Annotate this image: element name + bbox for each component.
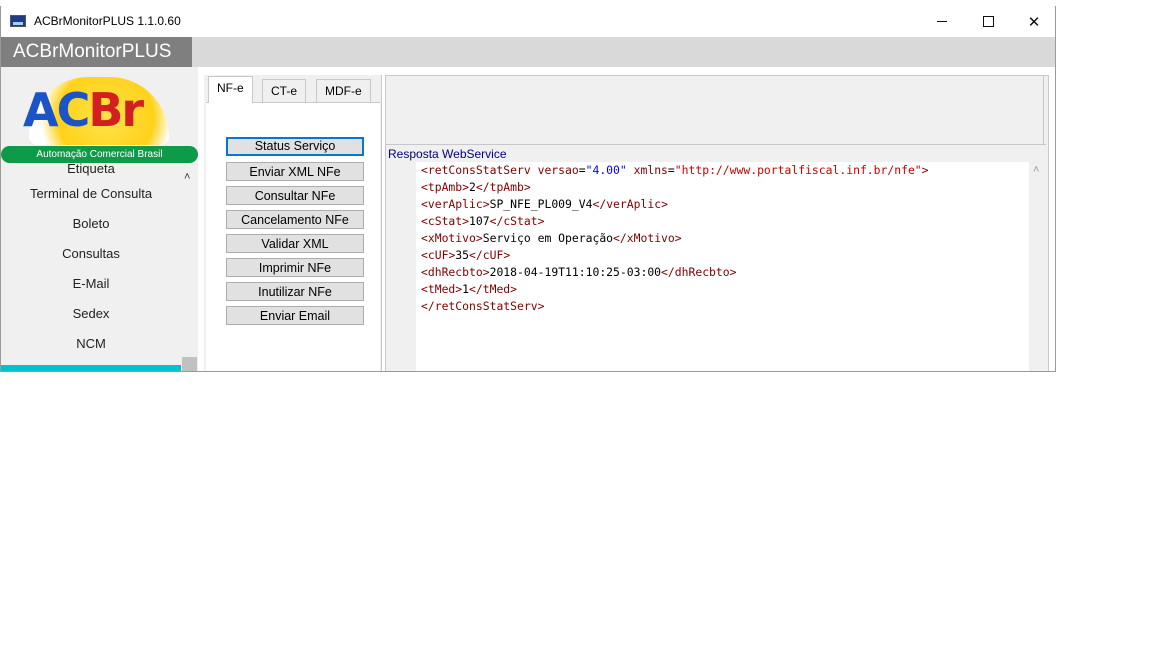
sidebar-item-etiqueta[interactable]: Etiqueta <box>1 163 181 179</box>
window-title: ACBrMonitorPLUS 1.1.0.60 <box>34 14 181 28</box>
main-content: NF-e CT-e MDF-e Status Serviço Enviar XM… <box>198 67 1055 371</box>
imprimir-nfe-button[interactable]: Imprimir NFe <box>226 258 364 277</box>
tab-mdfe[interactable]: MDF-e <box>316 79 371 102</box>
sidebar-nav: Etiqueta Terminal de Consulta Boleto Con… <box>1 163 181 359</box>
title-bar: ACBrMonitorPLUS 1.1.0.60 ✕ <box>1 6 1055 37</box>
app-label: ACBrMonitorPLUS <box>1 37 192 67</box>
xml-root-open: <retConsStatServ versao="4.00" xmlns="ht… <box>421 163 929 177</box>
app-window: ACBrMonitorPLUS 1.1.0.60 ✕ ACBrMonitorPL… <box>0 6 1056 372</box>
sidebar: ACBr Automação Comercial Brasil Etiqueta… <box>1 67 198 371</box>
acbr-logo: ACBr Automação Comercial Brasil <box>1 77 198 165</box>
app-icon <box>10 15 26 27</box>
minimize-button[interactable] <box>919 6 965 37</box>
maximize-icon <box>982 16 994 27</box>
inutilizar-nfe-button[interactable]: Inutilizar NFe <box>226 282 364 301</box>
response-label: Resposta WebService <box>386 144 1046 162</box>
xml-line: <tpAmb>2</tpAmb> <box>421 180 531 194</box>
xml-line: <dhRecbto>2018-04-19T11:10:25-03:00</dhR… <box>421 265 737 279</box>
xml-line: <verAplic>SP_NFE_PL009_V4</verAplic> <box>421 197 668 211</box>
tab-panel: Status Serviço Enviar XML NFe Consultar … <box>206 102 380 371</box>
response-panel: Resposta WebService <retConsStatServ ver… <box>385 75 1049 371</box>
enviar-xml-nfe-button[interactable]: Enviar XML NFe <box>226 162 364 181</box>
tab-nfe[interactable]: NF-e <box>208 76 253 103</box>
enviar-email-button[interactable]: Enviar Email <box>226 306 364 325</box>
xml-line: <cUF>35</cUF> <box>421 248 511 262</box>
tab-cte[interactable]: CT-e <box>262 79 307 102</box>
xml-root-close: </retConsStatServ> <box>421 299 545 313</box>
xml-line: <tMed>1</tMed> <box>421 282 518 296</box>
consultar-nfe-button[interactable]: Consultar NFe <box>226 186 364 205</box>
xml-response-viewer[interactable]: <retConsStatServ versao="4.00" xmlns="ht… <box>386 162 1029 371</box>
minimize-icon <box>937 21 947 22</box>
close-button[interactable]: ✕ <box>1011 6 1055 37</box>
scrollbar-thumb[interactable] <box>182 357 197 371</box>
nfe-tabsheet: NF-e CT-e MDF-e Status Serviço Enviar XM… <box>204 75 382 371</box>
logo-band: Automação Comercial Brasil <box>1 146 198 163</box>
sidebar-item-consultas[interactable]: Consultas <box>1 239 181 269</box>
sidebar-item-terminal-de-consulta[interactable]: Terminal de Consulta <box>1 179 181 209</box>
xml-line: <xMotivo>Serviço em Operação</xMotivo> <box>421 231 682 245</box>
logo-text: ACBr <box>23 83 144 137</box>
sidebar-item-active[interactable] <box>1 365 181 371</box>
xml-gutter <box>386 162 416 371</box>
validar-xml-button[interactable]: Validar XML <box>226 234 364 253</box>
sidebar-item-boleto[interactable]: Boleto <box>1 209 181 239</box>
sidebar-scrollbar[interactable]: ˄ <box>181 169 198 371</box>
xml-scrollbar[interactable]: ˄ <box>1029 162 1046 371</box>
maximize-button[interactable] <box>965 6 1011 37</box>
status-servico-button[interactable]: Status Serviço <box>226 137 364 156</box>
cancelamento-nfe-button[interactable]: Cancelamento NFe <box>226 210 364 229</box>
sidebar-item-sedex[interactable]: Sedex <box>1 299 181 329</box>
sidebar-item-ncm[interactable]: NCM <box>1 329 181 359</box>
chevron-up-icon[interactable]: ˄ <box>184 171 190 183</box>
chevron-up-icon[interactable]: ˄ <box>1033 164 1039 176</box>
close-icon: ✕ <box>1027 13 1041 31</box>
xml-lines: <retConsStatServ versao="4.00" xmlns="ht… <box>421 162 929 315</box>
sidebar-item-email[interactable]: E-Mail <box>1 269 181 299</box>
xml-line: <cStat>107</cStat> <box>421 214 545 228</box>
